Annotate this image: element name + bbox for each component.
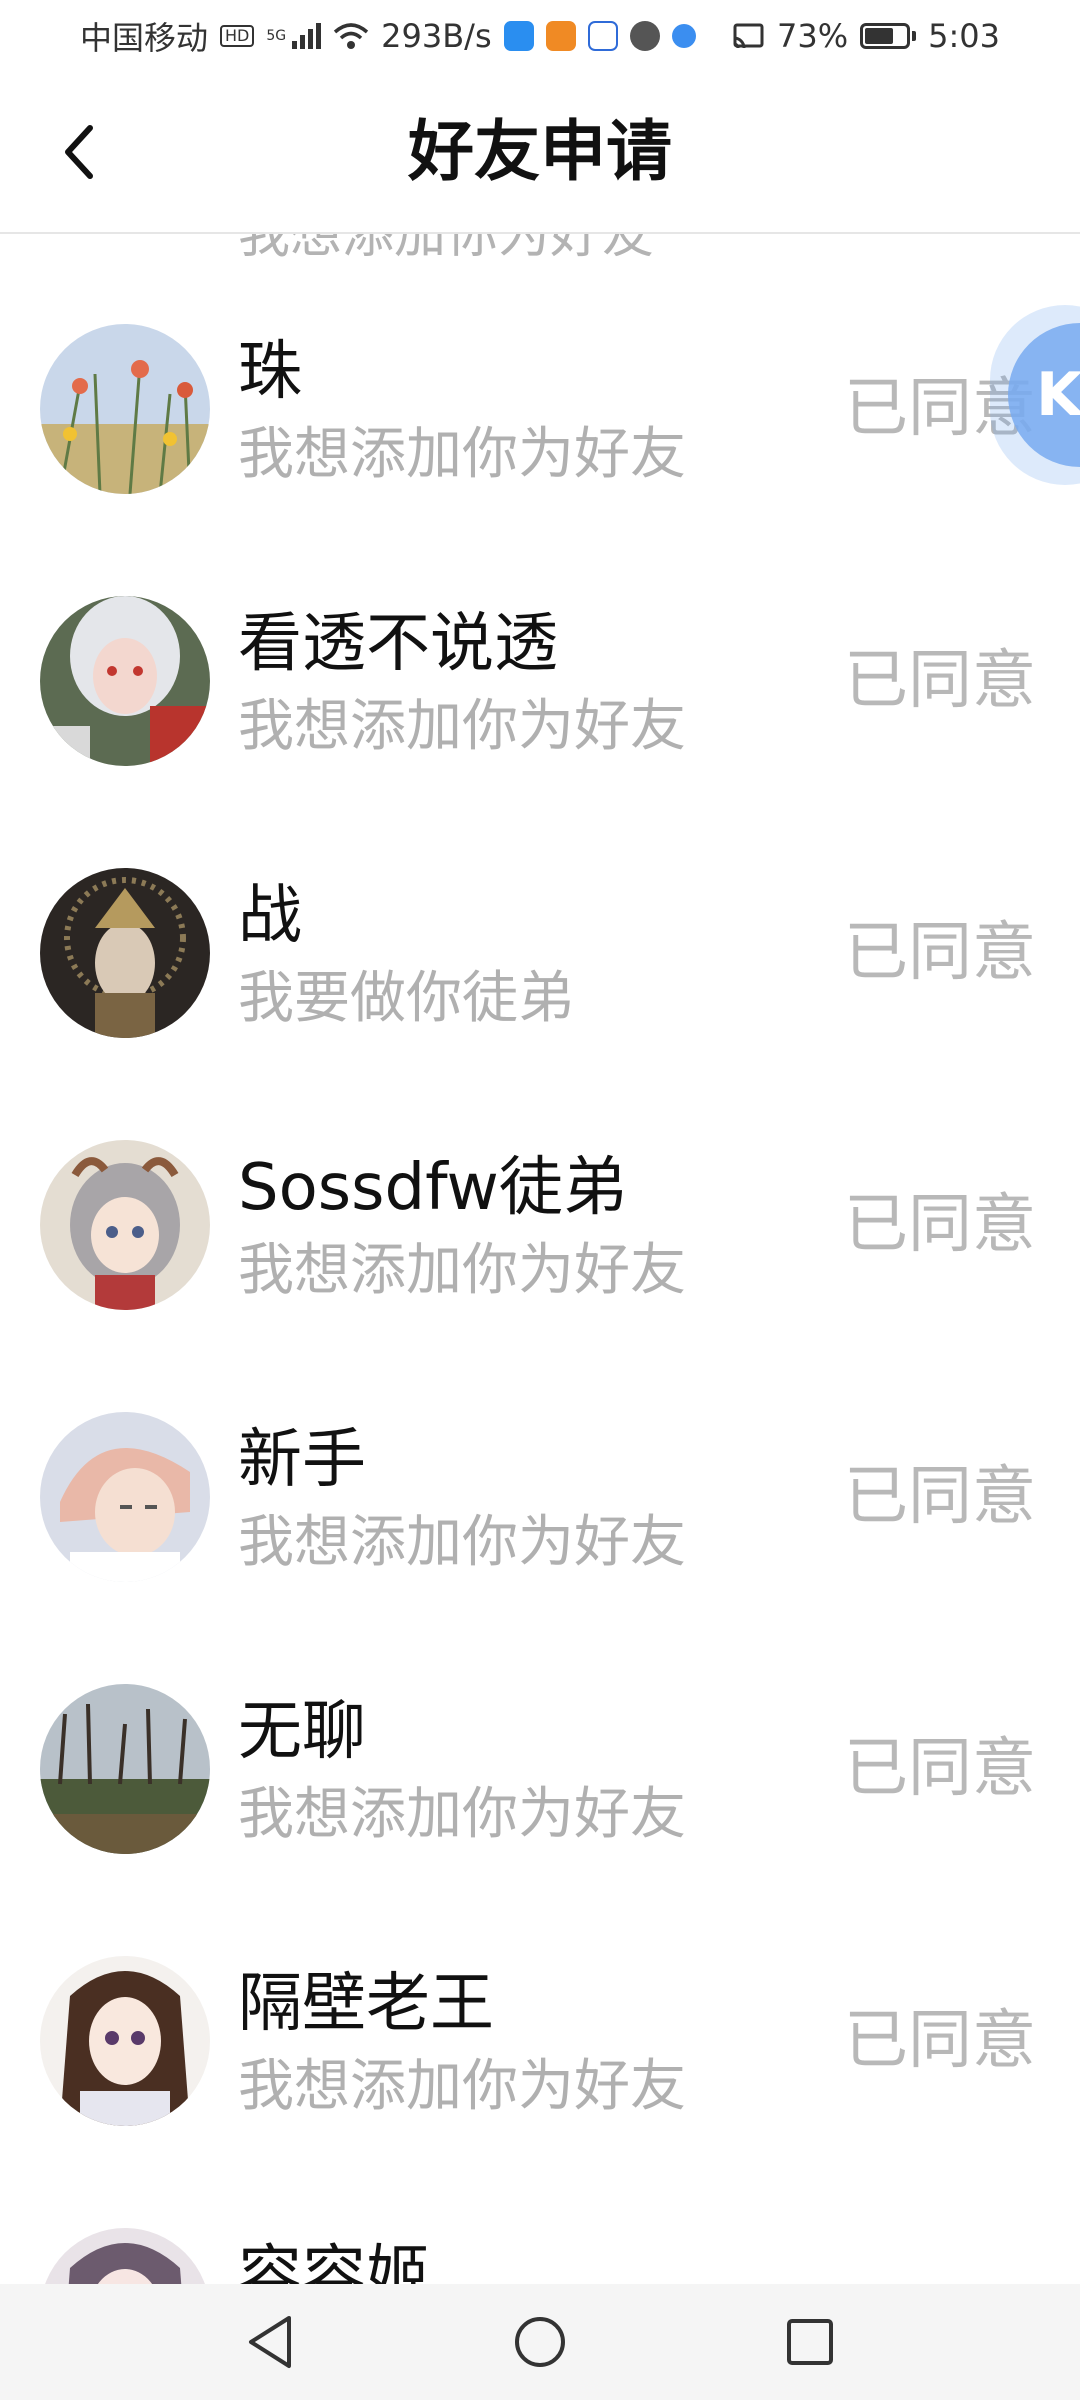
network-speed: 293B/s: [381, 17, 492, 55]
home-circle-icon: [515, 2317, 565, 2367]
carrier-label: 中国移动: [80, 19, 209, 57]
friend-request-row[interactable]: 看透不说透 我想添加你为好友 已同意: [0, 596, 1080, 868]
wechat-icon: [629, 21, 660, 51]
request-status[interactable]: 已同意: [844, 1457, 1036, 1537]
request-message: 我想添加你为好友: [238, 1510, 686, 1575]
page-title: 好友申请: [408, 113, 672, 190]
avatar[interactable]: [40, 2228, 210, 2284]
avatar[interactable]: [40, 868, 210, 1038]
nav-home-button[interactable]: [505, 2307, 575, 2377]
request-message: 我想添加你为好友: [238, 422, 686, 487]
request-status[interactable]: 已同意: [844, 641, 1036, 721]
friend-name: 新手: [238, 1423, 366, 1497]
request-status[interactable]: 已同意: [844, 1185, 1036, 1265]
friend-name: 容容姬: [238, 2239, 430, 2284]
back-triangle-icon: [249, 2316, 291, 2368]
request-status[interactable]: 已同意: [844, 2001, 1036, 2081]
nav-back-button[interactable]: [235, 2307, 305, 2377]
request-message: 我要做你徒弟: [238, 966, 574, 1031]
network-label: 5G: [266, 28, 287, 44]
request-message: 我想添加你为好友: [238, 1782, 686, 1847]
battery-icon: [860, 23, 917, 49]
status-left: 中国移动 HD 5G 293B/s: [80, 13, 696, 59]
nav-recents-button[interactable]: [775, 2307, 845, 2377]
avatar[interactable]: [40, 1956, 210, 2126]
friend-name: 无聊: [238, 1695, 366, 1769]
friend-request-list[interactable]: 我想添加你为好友 珠 我想添加你为好友 已同意 看透不说透 我想添加你为好友 已…: [0, 232, 1080, 2284]
system-nav-bar: [0, 2284, 1080, 2400]
friend-request-row[interactable]: Sossdfw徒弟 我想添加你为好友 已同意: [0, 1140, 1080, 1412]
header-bar: 好友申请: [0, 72, 1080, 234]
friend-request-row[interactable]: 战 我要做你徒弟 已同意: [0, 868, 1080, 1140]
status-bar: 中国移动 HD 5G 293B/s 73% 5:03: [0, 0, 1080, 72]
video-icon: [545, 21, 576, 51]
friend-name: 珠: [238, 335, 302, 409]
battery-percent: 73%: [777, 17, 849, 55]
request-message: 我想添加你为好友: [238, 2054, 686, 2119]
avatar[interactable]: [40, 596, 210, 766]
friend-request-row[interactable]: 无聊 我想添加你为好友 已同意: [0, 1684, 1080, 1956]
floating-assist-icon: K: [1008, 323, 1080, 467]
avatar[interactable]: [40, 1140, 210, 1310]
wifi-icon: [333, 23, 369, 49]
request-status[interactable]: 已同意: [844, 913, 1036, 993]
avatar[interactable]: [40, 324, 210, 494]
status-right: 73% 5:03: [731, 17, 1000, 55]
friend-name: 隔壁老王: [238, 1967, 494, 2041]
friend-request-row[interactable]: 珠 我想添加你为好友 已同意: [0, 324, 1080, 596]
browser-icon: [671, 24, 696, 48]
friend-name: 看透不说透: [238, 607, 558, 681]
avatar[interactable]: [40, 1412, 210, 1582]
request-status[interactable]: 已同意: [844, 1729, 1036, 1809]
weather-icon: [503, 21, 534, 51]
avatar[interactable]: [40, 1684, 210, 1854]
baidu-icon: [587, 21, 618, 51]
recents-square-icon: [787, 2319, 833, 2365]
friend-name: 战: [238, 879, 302, 953]
clock: 5:03: [928, 17, 1000, 55]
signal-icon: [292, 23, 322, 49]
hd-badge: HD: [220, 25, 255, 47]
friend-request-row[interactable]: 新手 我想添加你为好友 已同意: [0, 1412, 1080, 1684]
request-message: 我想添加你为好友: [238, 694, 686, 759]
cast-icon: [733, 23, 764, 49]
partial-message: 我想添加你为好友: [238, 232, 655, 265]
request-message: 我想添加你为好友: [238, 1238, 686, 1303]
friend-name: Sossdfw徒弟: [238, 1151, 627, 1225]
friend-request-row[interactable]: 隔壁老王 我想添加你为好友 已同意: [0, 1956, 1080, 2228]
screen: 中国移动 HD 5G 293B/s 73% 5:03 好友申请 K 我想添加你为…: [0, 0, 1080, 2400]
friend-request-row[interactable]: 容容姬: [0, 2228, 1080, 2284]
